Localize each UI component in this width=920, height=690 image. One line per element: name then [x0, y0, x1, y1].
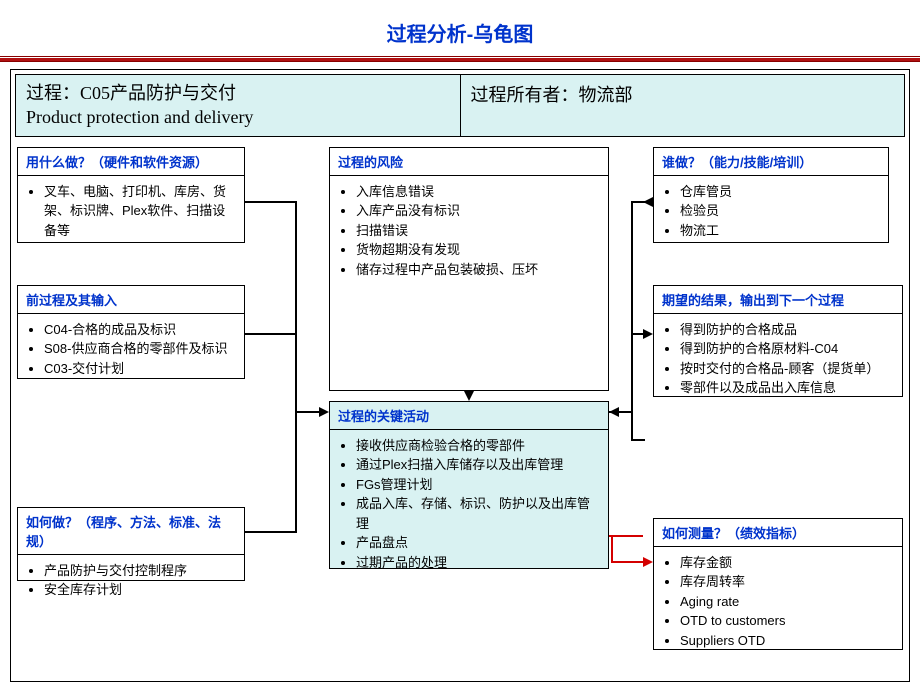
- list-item: 库存金额: [680, 553, 896, 573]
- header-row: 过程：C05产品防护与交付 Product protection and del…: [15, 74, 905, 137]
- list-item: OTD to customers: [680, 611, 896, 631]
- list-item: Aging rate: [680, 592, 896, 612]
- list-item: 入库产品没有标识: [356, 201, 602, 221]
- box-measure-body: 库存金额库存周转率Aging rateOTD to customersSuppl…: [654, 547, 902, 657]
- list-item: 扫描错误: [356, 221, 602, 241]
- box-how: 如何做？（程序、方法、标准、法规） 产品防护与交付控制程序安全库存计划: [17, 507, 245, 581]
- box-output: 期望的结果，输出到下一个过程 得到防护的合格成品得到防护的合格原材料-C04按时…: [653, 285, 903, 397]
- process-cell: 过程：C05产品防护与交付 Product protection and del…: [16, 75, 461, 136]
- arrow-right-icon: [643, 329, 653, 339]
- box-resources-body: 叉车、电脑、打印机、库房、货架、标识牌、Plex软件、扫描设备等: [18, 176, 244, 247]
- connector-line: [295, 411, 319, 413]
- list-item: S08-供应商合格的零部件及标识: [44, 339, 238, 359]
- connector-line: [631, 201, 633, 441]
- list-item: 仓库管员: [680, 182, 882, 202]
- box-resources: 用什么做？（硬件和软件资源） 叉车、电脑、打印机、库房、货架、标识牌、Plex软…: [17, 147, 245, 243]
- box-risks-header: 过程的风险: [330, 148, 608, 176]
- list-item: C04-合格的成品及标识: [44, 320, 238, 340]
- list-item: 产品防护与交付控制程序: [44, 561, 238, 581]
- list-item: 检验员: [680, 201, 882, 221]
- connector-line: [631, 439, 645, 441]
- box-measure: 如何测量？（绩效指标） 库存金额库存周转率Aging rateOTD to cu…: [653, 518, 903, 650]
- list-item: 库存周转率: [680, 572, 896, 592]
- box-how-body: 产品防护与交付控制程序安全库存计划: [18, 555, 244, 606]
- connector-line-red: [611, 535, 613, 563]
- box-resources-header: 用什么做？（硬件和软件资源）: [18, 148, 244, 176]
- connector-line-red: [609, 535, 643, 537]
- connector-line: [245, 201, 297, 203]
- box-who-header: 谁做？（能力/技能/培训）: [654, 148, 888, 176]
- list-item: 产品盘点: [356, 533, 602, 553]
- title-rule: [0, 57, 920, 61]
- box-measure-header: 如何测量？（绩效指标）: [654, 519, 902, 547]
- list-item: 通过Plex扫描入库储存以及出库管理: [356, 455, 602, 475]
- box-input: 前过程及其输入 C04-合格的成品及标识S08-供应商合格的零部件及标识C03-…: [17, 285, 245, 379]
- process-label: 过程：C05产品防护与交付: [26, 81, 450, 105]
- connector-line: [245, 333, 297, 335]
- connector-line: [295, 201, 297, 531]
- list-item: 零部件以及成品出入库信息: [680, 378, 896, 398]
- connector-line: [245, 531, 297, 533]
- box-output-header: 期望的结果，输出到下一个过程: [654, 286, 902, 314]
- list-item: 安全库存计划: [44, 580, 238, 600]
- list-item: 按时交付的合格品-顾客（提货单）: [680, 359, 896, 379]
- turtle-diagram: 用什么做？（硬件和软件资源） 叉车、电脑、打印机、库房、货架、标识牌、Plex软…: [15, 141, 905, 677]
- list-item: 物流工: [680, 221, 882, 241]
- box-input-header: 前过程及其输入: [18, 286, 244, 314]
- arrow-right-red-icon: [643, 557, 653, 567]
- list-item: 入库信息错误: [356, 182, 602, 202]
- list-item: 过期产品的处理: [356, 553, 602, 573]
- list-item: 成品入库、存储、标识、防护以及出库管理: [356, 494, 602, 533]
- process-en: Product protection and delivery: [26, 105, 450, 129]
- box-output-body: 得到防护的合格成品得到防护的合格原材料-C04按时交付的合格品-顾客（提货单）零…: [654, 314, 902, 404]
- arrow-left-icon: [643, 197, 653, 207]
- box-key-body: 接收供应商检验合格的零部件通过Plex扫描入库储存以及出库管理FGs管理计划成品…: [330, 430, 608, 579]
- diagram-container: 过程：C05产品防护与交付 Product protection and del…: [10, 69, 910, 682]
- list-item: 叉车、电脑、打印机、库房、货架、标识牌、Plex软件、扫描设备等: [44, 182, 238, 241]
- owner-cell: 过程所有者：物流部: [461, 75, 905, 136]
- box-key-header: 过程的关键活动: [330, 402, 608, 430]
- list-item: 得到防护的合格原材料-C04: [680, 339, 896, 359]
- box-input-body: C04-合格的成品及标识S08-供应商合格的零部件及标识C03-交付计划: [18, 314, 244, 385]
- page-title: 过程分析-乌龟图: [0, 0, 920, 57]
- list-item: 货物超期没有发现: [356, 240, 602, 260]
- list-item: 接收供应商检验合格的零部件: [356, 436, 602, 456]
- list-item: 储存过程中产品包装破损、压坏: [356, 260, 602, 280]
- owner-label: 过程所有者：物流部: [471, 81, 895, 107]
- connector-line-red: [611, 561, 645, 563]
- list-item: FGs管理计划: [356, 475, 602, 495]
- list-item: C03-交付计划: [44, 359, 238, 379]
- box-risks: 过程的风险 入库信息错误入库产品没有标识扫描错误货物超期没有发现储存过程中产品包…: [329, 147, 609, 391]
- arrow-left-icon: [609, 407, 619, 417]
- arrow-right-icon: [319, 407, 329, 417]
- box-how-header: 如何做？（程序、方法、标准、法规）: [18, 508, 244, 555]
- list-item: 得到防护的合格成品: [680, 320, 896, 340]
- box-risks-body: 入库信息错误入库产品没有标识扫描错误货物超期没有发现储存过程中产品包装破损、压坏: [330, 176, 608, 286]
- list-item: Suppliers OTD: [680, 631, 896, 651]
- box-who: 谁做？（能力/技能/培训） 仓库管员检验员物流工: [653, 147, 889, 243]
- arrow-down-icon: [464, 391, 474, 401]
- box-who-body: 仓库管员检验员物流工: [654, 176, 888, 247]
- box-key-activities: 过程的关键活动 接收供应商检验合格的零部件通过Plex扫描入库储存以及出库管理F…: [329, 401, 609, 569]
